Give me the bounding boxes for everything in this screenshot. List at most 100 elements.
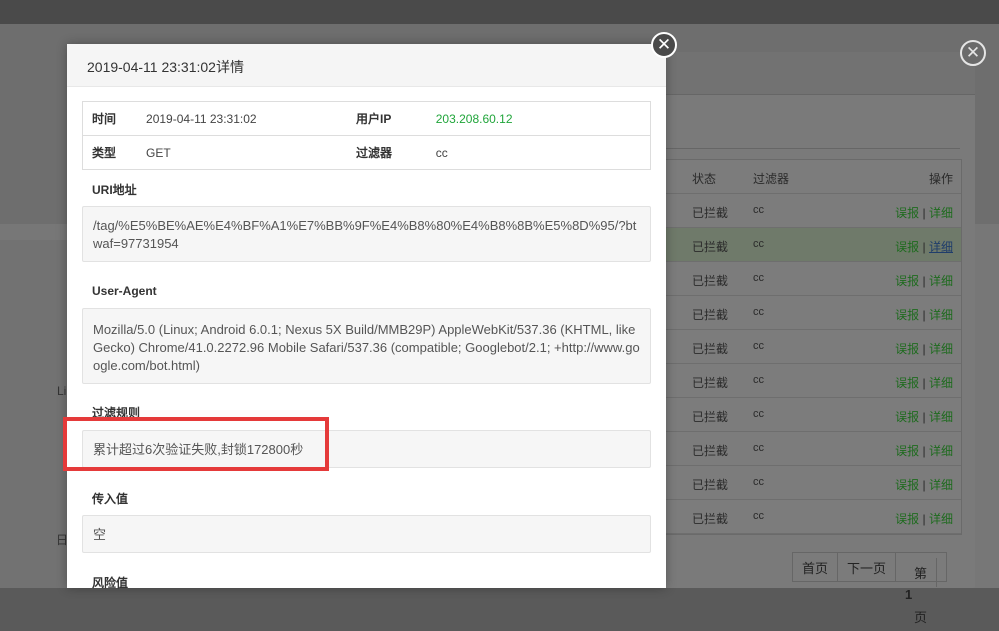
filter-value: cc	[435, 135, 651, 170]
close-icon[interactable]: ✕	[651, 32, 677, 58]
row-filter: cc	[753, 306, 764, 318]
detail-link[interactable]: 详细	[929, 444, 953, 458]
report-link[interactable]: 误报	[895, 478, 919, 492]
report-link[interactable]: 误报	[895, 342, 919, 356]
separator: |	[922, 410, 926, 424]
row-actions: 误报 | 详细	[895, 374, 953, 391]
header-status: 状态	[692, 172, 717, 186]
table-row: 已拦截 cc 误报 | 详细	[663, 466, 961, 500]
page-prefix: 第	[905, 558, 938, 587]
log-table-header: 状态 过滤器 操作	[663, 160, 961, 194]
row-filter: cc	[753, 340, 764, 352]
risk-value-label: 风险值	[92, 576, 129, 590]
row-filter: cc	[753, 374, 764, 386]
header-filter: 过滤器	[753, 172, 790, 186]
row-actions: 误报 | 详细	[895, 442, 953, 459]
separator: |	[922, 342, 926, 356]
table-row: 已拦截 cc 误报 | 详细	[663, 432, 961, 466]
current-page-indicator: 第 1 页	[896, 553, 946, 625]
row-filter: cc	[753, 408, 764, 420]
row-actions: 误报 | 详细	[895, 272, 953, 289]
detail-link[interactable]: 详细	[929, 308, 953, 322]
uri-label: URI地址	[92, 183, 137, 197]
row-status: 已拦截	[692, 308, 729, 322]
row-status: 已拦截	[692, 444, 729, 458]
row-filter: cc	[753, 510, 764, 522]
close-icon[interactable]: ✕	[960, 40, 986, 66]
row-status: 已拦截	[692, 410, 729, 424]
detail-dialog: 2019-04-11 23:31:02详情 时间 2019-04-11 23:3…	[67, 44, 666, 590]
report-link[interactable]: 误报	[895, 274, 919, 288]
row-status: 已拦截	[692, 512, 729, 526]
table-row: 已拦截 cc 误报 | 详细	[663, 398, 961, 432]
report-link[interactable]: 误报	[895, 206, 919, 220]
time-label: 时间	[92, 112, 117, 126]
separator: |	[922, 308, 926, 322]
table-row: 已拦截 cc 误报 | 详细	[663, 296, 961, 330]
background-topbar	[0, 0, 999, 24]
row-filter: cc	[753, 238, 764, 250]
table-row: 已拦截 cc 误报 | 详细	[663, 330, 961, 364]
table-row: 已拦截 cc 误报 | 详细	[663, 228, 961, 262]
report-link[interactable]: 误报	[895, 376, 919, 390]
log-table: 状态 过滤器 操作 已拦截 cc 误报 | 详细 已拦截 cc 误报 | 详细 …	[662, 159, 962, 535]
row-status: 已拦截	[692, 274, 729, 288]
row-filter: cc	[753, 204, 764, 216]
separator: |	[922, 240, 926, 254]
detail-link[interactable]: 详细	[929, 206, 953, 220]
type-value: GET	[146, 135, 356, 170]
report-link[interactable]: 误报	[895, 512, 919, 526]
first-page-button[interactable]: 首页	[793, 553, 839, 581]
info-row: 时间 2019-04-11 23:31:02 用户IP 203.208.60.1…	[83, 102, 651, 136]
row-status: 已拦截	[692, 206, 729, 220]
separator: |	[922, 512, 926, 526]
row-actions: 误报 | 详细	[895, 340, 953, 357]
dialog-header: 2019-04-11 23:31:02详情	[67, 44, 666, 87]
page-number: 1	[905, 587, 913, 602]
row-actions: 误报 | 详细	[895, 306, 953, 323]
separator: |	[922, 206, 926, 220]
separator: |	[922, 274, 926, 288]
row-status: 已拦截	[692, 240, 729, 254]
ip-label: 用户IP	[355, 112, 392, 126]
row-filter: cc	[753, 272, 764, 284]
table-row: 已拦截 cc 误报 | 详细	[663, 500, 961, 534]
input-value: 空	[82, 515, 651, 553]
row-filter: cc	[753, 476, 764, 488]
pagination: 首页 下一页 第 1 页	[792, 552, 948, 625]
ip-value: 203.208.60.12	[435, 111, 513, 126]
input-value-label: 传入值	[92, 492, 129, 506]
separator: |	[922, 376, 926, 390]
detail-link[interactable]: 详细	[929, 240, 953, 254]
row-actions: 误报 | 详细	[895, 204, 953, 221]
detail-link[interactable]: 详细	[929, 410, 953, 424]
report-link[interactable]: 误报	[895, 240, 919, 254]
report-link[interactable]: 误报	[895, 308, 919, 322]
next-page-button[interactable]: 下一页	[838, 553, 897, 581]
row-filter: cc	[753, 442, 764, 454]
info-table: 时间 2019-04-11 23:31:02 用户IP 203.208.60.1…	[82, 101, 651, 170]
separator: |	[922, 444, 926, 458]
dialog-title: 2019-04-11 23:31:02详情	[87, 59, 244, 75]
report-link[interactable]: 误报	[895, 444, 919, 458]
row-status: 已拦截	[692, 342, 729, 356]
detail-link[interactable]: 详细	[929, 478, 953, 492]
row-actions: 误报 | 详细	[895, 408, 953, 425]
report-link[interactable]: 误报	[895, 410, 919, 424]
back-dialog-header	[640, 52, 975, 95]
detail-link[interactable]: 详细	[929, 512, 953, 526]
detail-link[interactable]: 详细	[929, 342, 953, 356]
separator: |	[922, 478, 926, 492]
table-row: 已拦截 cc 误报 | 详细	[663, 194, 961, 228]
type-label: 类型	[82, 135, 147, 170]
page-suffix: 页	[914, 610, 928, 625]
detail-link[interactable]: 详细	[929, 376, 953, 390]
row-actions: 误报 | 详细	[895, 238, 953, 255]
background-text: Li	[57, 384, 67, 398]
uri-value: /tag/%E5%BE%AE%E4%BF%A1%E7%BB%9F%E4%B8%8…	[82, 206, 651, 262]
row-actions: 误报 | 详细	[895, 476, 953, 493]
table-row: 已拦截 cc 误报 | 详细	[663, 364, 961, 398]
row-status: 已拦截	[692, 478, 729, 492]
highlight-annotation	[63, 417, 329, 471]
detail-link[interactable]: 详细	[929, 274, 953, 288]
